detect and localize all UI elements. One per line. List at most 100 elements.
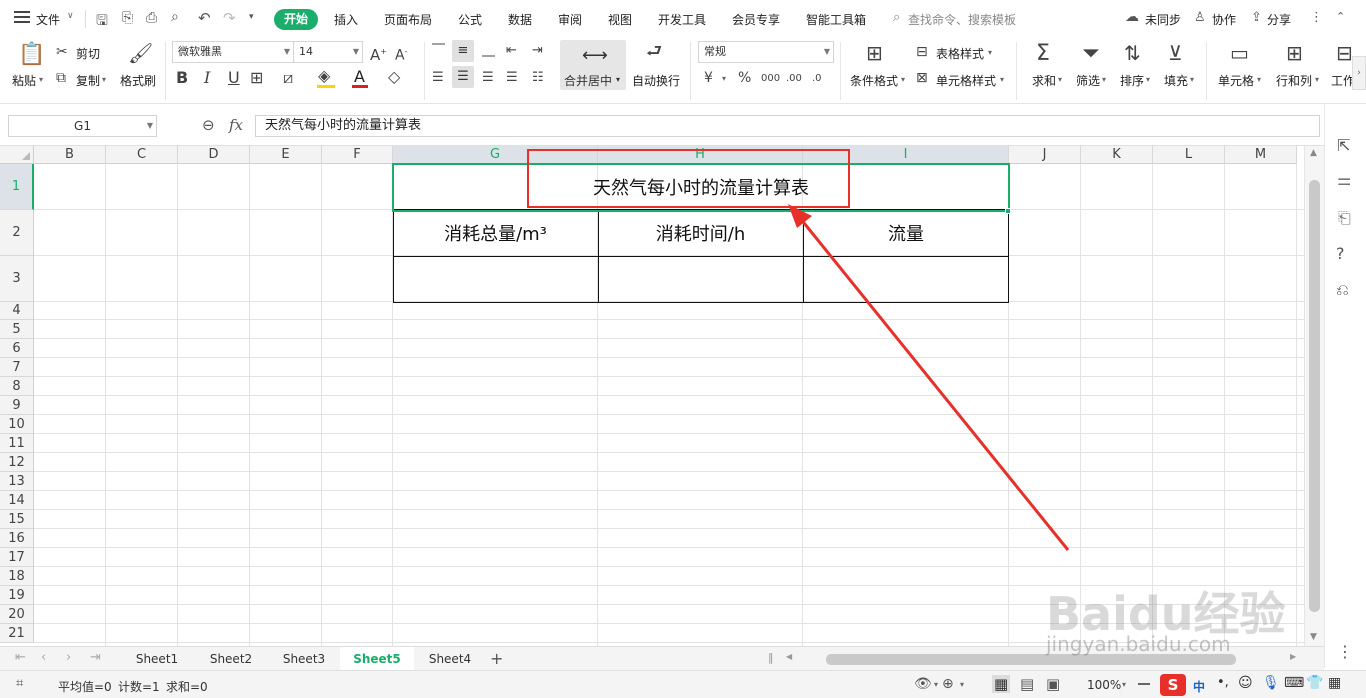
print-icon[interactable]: ⎙: [146, 10, 157, 26]
fill-button[interactable]: 填充: [1164, 72, 1188, 89]
zoom-level[interactable]: 100%: [1087, 678, 1121, 692]
fx-icon[interactable]: fx: [229, 116, 243, 134]
chevron-down-icon[interactable]: ▾: [988, 48, 992, 57]
cell-style-button[interactable]: 单元格样式: [936, 72, 996, 89]
italic-icon[interactable]: I: [204, 70, 210, 86]
punctuation-icon[interactable]: •,: [1217, 675, 1229, 690]
export-icon[interactable]: ⎘: [122, 10, 133, 26]
tab-member[interactable]: 会员专享: [732, 11, 780, 28]
tab-page-layout[interactable]: 页面布局: [384, 11, 432, 28]
file-menu[interactable]: 文件: [36, 11, 60, 28]
cursor-icon[interactable]: ⇱: [1337, 136, 1350, 155]
cell-button[interactable]: 单元格: [1218, 72, 1254, 89]
wrap-text-button[interactable]: 自动换行: [632, 72, 680, 89]
document-icon[interactable]: ⎗: [1338, 208, 1351, 228]
sheet-tab-sheet1[interactable]: Sheet1: [120, 647, 194, 671]
chevron-down-icon[interactable]: ▾: [722, 74, 726, 83]
sheet-tab-sheet5[interactable]: Sheet5: [340, 647, 414, 671]
sheet-tab-sheet2[interactable]: Sheet2: [194, 647, 268, 671]
chevron-down-icon[interactable]: ▾: [901, 75, 905, 84]
paste-button[interactable]: 粘贴: [12, 72, 36, 89]
formula-input[interactable]: 天然气每小时的流量计算表: [255, 115, 1320, 137]
currency-icon[interactable]: ¥: [704, 70, 713, 86]
scroll-left-icon[interactable]: ◀: [786, 652, 792, 661]
chevron-down-icon[interactable]: ▾: [1122, 680, 1126, 689]
collapse-ribbon-icon[interactable]: ⌃: [1336, 10, 1345, 23]
chevron-down-icon[interactable]: ▾: [1257, 75, 1261, 84]
zoom-out-icon[interactable]: [1138, 683, 1150, 685]
chevron-down-icon[interactable]: ▾: [934, 680, 938, 689]
tab-view[interactable]: 视图: [608, 11, 632, 28]
tab-review[interactable]: 审阅: [558, 11, 582, 28]
cut-button[interactable]: 剪切: [76, 45, 100, 62]
chevron-down-icon[interactable]: ∨: [67, 11, 74, 21]
number-format-select[interactable]: 常规 ▼: [698, 41, 834, 63]
align-middle-icon[interactable]: ≡: [452, 40, 474, 62]
keyboard-icon[interactable]: ⌨: [1284, 675, 1304, 691]
merge-center-button[interactable]: ⟷ 合并居中 ▾: [560, 40, 626, 90]
font-name-select[interactable]: 微软雅黑 ▼: [172, 41, 294, 63]
chevron-down-icon[interactable]: ▼: [1310, 632, 1317, 642]
backup-icon[interactable]: ⎌: [1336, 280, 1349, 300]
sum-button[interactable]: 求和: [1032, 72, 1056, 89]
share-button[interactable]: 分享: [1267, 11, 1291, 28]
fill-style-icon[interactable]: ⧄: [283, 70, 293, 86]
scrollbar-thumb[interactable]: [1309, 180, 1320, 612]
underline-icon[interactable]: U: [228, 70, 240, 86]
settings-sliders-icon[interactable]: ⚌: [1337, 170, 1351, 189]
sheet-tab-sheet3[interactable]: Sheet3: [268, 647, 340, 671]
copy-button[interactable]: 复制: [76, 72, 100, 89]
tab-developer[interactable]: 开发工具: [658, 11, 706, 28]
tab-home[interactable]: 开始: [274, 9, 318, 30]
name-box[interactable]: G1 ▼: [8, 115, 157, 137]
percent-icon[interactable]: %: [738, 70, 751, 86]
fill-color-icon[interactable]: ◈: [318, 68, 330, 84]
last-sheet-icon[interactable]: ⇥: [90, 650, 101, 665]
chevron-up-icon[interactable]: ▲: [1310, 148, 1317, 158]
chevron-down-icon[interactable]: ▾: [102, 75, 106, 84]
thousands-icon[interactable]: 000: [761, 71, 780, 87]
normal-view-icon[interactable]: ▦: [992, 675, 1011, 693]
bold-icon[interactable]: B: [176, 70, 188, 86]
spreadsheet-grid[interactable]: BCDEFGHIJKLM 1 2 3 4 5 6 7 8 9 10 11 12 13 14 15 16 17 18…: [0, 146, 1304, 646]
distribute-icon[interactable]: ☷: [532, 70, 544, 86]
decrease-decimal-icon[interactable]: .0: [812, 71, 822, 87]
status-icon[interactable]: ⌗: [16, 676, 23, 691]
next-sheet-icon[interactable]: ›: [66, 650, 71, 665]
format-painter-button[interactable]: 格式刷: [120, 72, 156, 89]
layout-icon[interactable]: ⊕: [942, 676, 954, 692]
sync-status[interactable]: 未同步: [1145, 11, 1181, 28]
prev-sheet-icon[interactable]: ‹: [41, 650, 46, 665]
filter-button[interactable]: 筛选: [1076, 72, 1100, 89]
align-bottom-icon[interactable]: ⎽: [482, 43, 495, 59]
font-color-icon[interactable]: A: [354, 69, 365, 85]
undo-icon[interactable]: ↶: [198, 9, 211, 27]
more-icon[interactable]: ▾: [249, 12, 254, 22]
align-right-icon[interactable]: ☰: [482, 70, 494, 86]
chevron-down-icon[interactable]: ▾: [1190, 75, 1194, 84]
chevron-down-icon[interactable]: ▾: [1000, 75, 1004, 84]
save-icon[interactable]: 🖫: [96, 10, 108, 34]
collab-button[interactable]: 协作: [1212, 11, 1236, 28]
vertical-scrollbar[interactable]: ▲ ▼: [1304, 146, 1324, 646]
ribbon-scroll-right[interactable]: ›: [1352, 56, 1366, 90]
page-layout-view-icon[interactable]: ▤: [1020, 675, 1034, 693]
align-top-icon[interactable]: ⎺: [432, 43, 445, 59]
row-col-button[interactable]: 行和列: [1276, 72, 1312, 89]
chevron-down-icon[interactable]: ▾: [960, 680, 964, 689]
more-icon[interactable]: ⋮: [1310, 10, 1323, 25]
ime-logo-icon[interactable]: S: [1160, 674, 1186, 696]
indent-decrease-icon[interactable]: ⇤: [506, 43, 517, 59]
redo-icon[interactable]: ↷: [223, 9, 236, 27]
command-search[interactable]: 查找命令、搜索模板: [908, 11, 1016, 28]
align-center-icon[interactable]: ☰: [452, 66, 474, 88]
first-sheet-icon[interactable]: ⇤: [15, 650, 26, 665]
more-icon[interactable]: ⋮: [1337, 642, 1353, 661]
scroll-right-icon[interactable]: ▶: [1290, 652, 1296, 661]
table-style-button[interactable]: 表格样式: [936, 45, 984, 62]
sort-button[interactable]: 排序: [1120, 72, 1144, 89]
add-sheet-icon[interactable]: +: [490, 649, 503, 668]
emoji-icon[interactable]: ☺: [1238, 675, 1253, 691]
skin-icon[interactable]: 👕: [1306, 675, 1323, 691]
chevron-down-icon[interactable]: ▾: [1058, 75, 1062, 84]
